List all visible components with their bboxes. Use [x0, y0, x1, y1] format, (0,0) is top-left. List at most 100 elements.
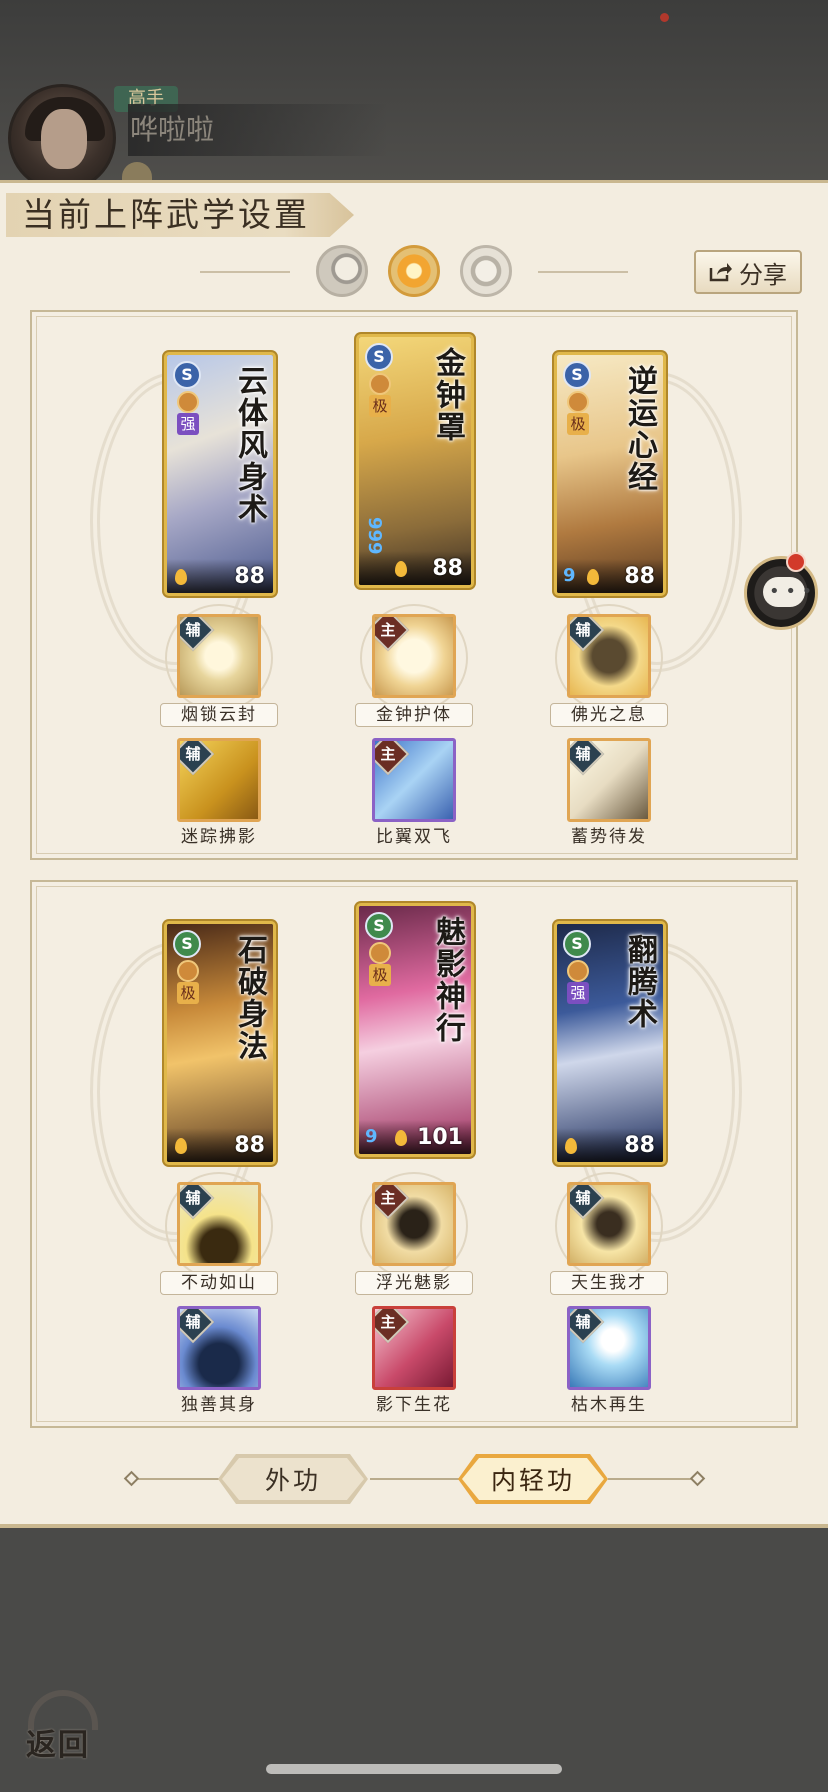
skill-icon[interactable]: 主 — [372, 738, 456, 822]
avatar[interactable] — [8, 84, 116, 192]
skill-label: 枯木再生 — [571, 1395, 647, 1415]
grade-icon — [567, 960, 589, 982]
skill-tag: 主 — [380, 621, 396, 639]
grade-label: 极 — [369, 395, 391, 417]
school-badge: S — [365, 912, 393, 940]
back-label: 返回 — [26, 1728, 90, 1763]
skill-card[interactable]: S 极 逆运心经 9 88 — [554, 352, 666, 596]
grade-label: 强 — [567, 982, 589, 1004]
grade-label: 极 — [369, 964, 391, 986]
flame-icon — [395, 1130, 407, 1146]
skill-tag: 辅 — [575, 745, 591, 763]
school-badge: S — [173, 361, 201, 389]
chat-button[interactable]: • • • — [744, 556, 818, 630]
skill-card[interactable]: S 强 云体风身术 88 — [164, 352, 276, 596]
skill-tag: 主 — [380, 1189, 396, 1207]
skill-tag: 辅 — [185, 745, 201, 763]
skill-label: 浮光魅影 — [355, 1271, 473, 1295]
skill-icon[interactable]: 主 — [372, 1182, 456, 1266]
chat-dots: • • • — [769, 581, 813, 602]
tab-neiqinggong[interactable]: 内轻功 — [458, 1454, 608, 1504]
share-icon — [709, 263, 732, 282]
school-badge: S — [563, 361, 591, 389]
tab-waigong[interactable]: 外功 — [218, 1454, 368, 1504]
grade-label: 极 — [177, 982, 199, 1004]
flame-icon — [395, 561, 407, 577]
grade-icon — [369, 373, 391, 395]
chat-notification-dot — [786, 552, 806, 572]
tab-line-left — [130, 1478, 220, 1480]
card-power: 88 — [234, 1133, 265, 1158]
skill-label: 迷踪拂影 — [181, 827, 257, 847]
tab-line-right — [608, 1478, 698, 1480]
card-power: 88 — [234, 564, 265, 589]
school-badge: S — [563, 930, 591, 958]
skill-icon[interactable]: 辅 — [567, 738, 651, 822]
card-power: 88 — [432, 556, 463, 581]
tab-label: 外功 — [264, 1466, 321, 1495]
skill-icon[interactable]: 辅 — [177, 614, 261, 698]
card-name: 云体风身术 — [232, 365, 267, 525]
card-stars: 999 — [364, 517, 385, 555]
grade-icon — [177, 391, 199, 413]
skill-card[interactable]: S 极 石破身法 88 — [164, 921, 276, 1165]
skill-icon[interactable]: 辅 — [567, 1306, 651, 1390]
skill-icon[interactable]: 辅 — [177, 1182, 261, 1266]
skill-card[interactable]: S 极 魅影神行 9 101 — [356, 903, 474, 1157]
skill-card[interactable]: S 强 翻腾术 88 — [554, 921, 666, 1165]
skill-icon[interactable]: 辅 — [177, 738, 261, 822]
card-name: 石破身法 — [232, 934, 267, 1062]
skill-card[interactable]: S 极 金钟罩 999 88 — [356, 334, 474, 588]
skill-label: 金钟护体 — [355, 703, 473, 727]
school-badge: S — [173, 930, 201, 958]
skill-tag: 辅 — [185, 1313, 201, 1331]
card-stars: 9 — [365, 1126, 378, 1147]
skill-tag: 主 — [380, 1313, 396, 1331]
back-button[interactable]: 返回 — [22, 1682, 104, 1764]
skill-icon[interactable]: 主 — [372, 614, 456, 698]
skill-label: 天生我才 — [550, 1271, 668, 1295]
skill-label: 不动如山 — [160, 1271, 278, 1295]
skill-icon[interactable]: 辅 — [177, 1306, 261, 1390]
flame-icon — [175, 1138, 187, 1154]
selector-line-right — [538, 271, 628, 273]
school-badge: S — [365, 343, 393, 371]
card-stars: 9 — [563, 565, 576, 586]
card-power: 101 — [417, 1125, 463, 1150]
skill-tag: 主 — [380, 745, 396, 763]
panel-title: 当前上阵武学设置 — [6, 193, 354, 237]
skill-tag: 辅 — [575, 1189, 591, 1207]
card-name: 翻腾术 — [622, 934, 657, 1030]
skill-label: 独善其身 — [181, 1395, 257, 1415]
sun-icon[interactable] — [388, 245, 440, 297]
skill-label: 比翼双飞 — [376, 827, 452, 847]
skill-label: 佛光之息 — [550, 703, 668, 727]
skill-icon[interactable]: 主 — [372, 1306, 456, 1390]
selector-line-left — [200, 271, 290, 273]
flame-icon — [565, 1138, 577, 1154]
card-power: 88 — [624, 564, 655, 589]
card-name: 金钟罩 — [430, 347, 465, 443]
flame-icon — [587, 569, 599, 585]
grade-label: 强 — [177, 413, 199, 435]
skill-label: 蓄势待发 — [571, 827, 647, 847]
grade-label: 极 — [567, 413, 589, 435]
card-name: 逆运心经 — [622, 365, 657, 493]
tab-label: 内轻功 — [490, 1466, 575, 1495]
skill-tag: 辅 — [575, 1313, 591, 1331]
grade-icon — [177, 960, 199, 982]
skill-icon[interactable]: 辅 — [567, 614, 651, 698]
share-button[interactable]: 分享 — [694, 250, 802, 294]
player-name: 哗啦啦 — [128, 104, 388, 156]
avatar-face — [41, 109, 87, 169]
notification-dot — [660, 13, 669, 22]
skill-label: 影下生花 — [376, 1395, 452, 1415]
ring-icon[interactable] — [460, 245, 512, 297]
skill-icon[interactable]: 辅 — [567, 1182, 651, 1266]
home-indicator[interactable] — [266, 1764, 562, 1774]
flame-icon — [175, 569, 187, 585]
card-power: 88 — [624, 1133, 655, 1158]
tab-line-mid — [370, 1478, 460, 1480]
moon-icon[interactable] — [316, 245, 368, 297]
skill-tag: 辅 — [575, 621, 591, 639]
